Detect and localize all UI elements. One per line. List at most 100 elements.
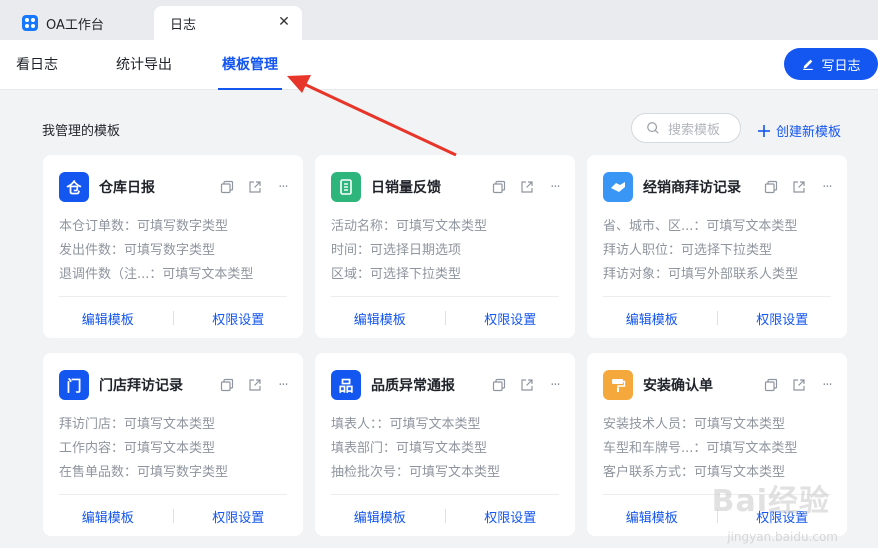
permission-settings-button[interactable]: 权限设置 (174, 309, 304, 328)
section-title: 我管理的模板 (42, 124, 121, 139)
edit-template-button[interactable]: 编辑模板 (587, 309, 717, 328)
template-card[interactable]: 日销量反馈 ··· 活动名称：可填写文本类型 时间：可选择日期选项 区域：可选择下拉类型… (315, 155, 575, 338)
card-title[interactable]: 品质异常通报 (371, 375, 479, 395)
watermark-logo: Bai经验 (711, 484, 830, 519)
window-tab-log[interactable]: 日志 ✕ (154, 6, 302, 40)
template-card[interactable]: 经销商拜访记录 ··· 省、城市、区...：可填写文本类型 拜访人职位：可选择下拉类型… (587, 155, 847, 338)
card-title[interactable]: 门店拜访记录 (99, 375, 207, 395)
write-log-button[interactable]: 写日志 (784, 48, 878, 80)
permission-settings-button[interactable]: 权限设置 (446, 309, 576, 328)
permission-settings-button[interactable]: 权限设置 (446, 507, 576, 526)
card-field: 拜访对象：可填写外部联系人类型 (603, 267, 799, 282)
copy-icon[interactable] (491, 179, 507, 195)
card-field: 时间：可选择日期选项 (331, 243, 462, 258)
more-icon[interactable]: ··· (819, 179, 835, 195)
card-field: 区域：可选择下拉类型 (331, 267, 462, 282)
card-icon-text: 仓 (66, 178, 82, 197)
share-icon[interactable] (791, 179, 807, 195)
card-field: 工作内容：可填写文本类型 (59, 441, 216, 456)
card-field: 车型和车牌号...：可填写文本类型 (603, 441, 798, 456)
share-icon[interactable] (519, 179, 535, 195)
card-fields: 拜访门店：可填写文本类型 工作内容：可填写文本类型 在售单品数：可填写数字类型 (59, 413, 293, 485)
copy-icon[interactable] (219, 377, 235, 393)
card-fields: 省、城市、区...：可填写文本类型 拜访人职位：可选择下拉类型拜访对象：可填写外部… (603, 215, 837, 287)
card-divider (603, 296, 831, 297)
window-tab-oa[interactable]: OA工作台 (10, 6, 150, 40)
create-template-label: 创建新模板 (776, 125, 842, 140)
card-field: 本仓订单数：可填写数字类型 (59, 219, 229, 234)
more-icon[interactable]: ··· (547, 179, 563, 195)
share-icon[interactable] (791, 377, 807, 393)
pen-icon (803, 59, 814, 70)
card-field: 在售单品数：可填写数字类型 (59, 465, 229, 480)
permission-settings-button[interactable]: 权限设置 (718, 309, 848, 328)
copy-icon[interactable] (219, 179, 235, 195)
card-divider (331, 296, 559, 297)
card-header: 仓仓库日报 ··· (59, 172, 291, 202)
more-icon[interactable]: ··· (819, 377, 835, 393)
card-fields: 活动名称：可填写文本类型 时间：可选择日期选项 区域：可选择下拉类型 (331, 215, 565, 287)
copy-icon[interactable] (491, 377, 507, 393)
card-footer: 编辑模板 权限设置 (315, 305, 575, 331)
card-field: 退调件数（注...：可填写文本类型 (59, 267, 254, 282)
card-footer: 编辑模板 权限设置 (587, 305, 847, 331)
template-card[interactable]: 门门店拜访记录 ··· 拜访门店：可填写文本类型 工作内容：可填写文本类型 在售单品数：… (43, 353, 303, 536)
share-icon[interactable] (519, 377, 535, 393)
edit-template-button[interactable]: 编辑模板 (587, 507, 717, 526)
card-title[interactable]: 日销量反馈 (371, 177, 479, 197)
card-field: 省、城市、区...：可填写文本类型 (603, 219, 798, 234)
card-fields: 本仓订单数：可填写数字类型 发出件数：可填写数字类型退调件数（注...：可填写文本… (59, 215, 293, 287)
card-header: 经销商拜访记录 ··· (603, 172, 835, 202)
edit-template-button[interactable]: 编辑模板 (43, 507, 173, 526)
card-field: 活动名称：可填写文本类型 (331, 219, 488, 234)
share-icon[interactable] (247, 377, 263, 393)
card-divider (59, 296, 287, 297)
more-icon[interactable]: ··· (275, 179, 291, 195)
card-footer: 编辑模板 权限设置 (315, 503, 575, 529)
sales-icon (331, 172, 361, 202)
card-divider (331, 494, 559, 495)
card-icon-text: 门 (66, 376, 82, 395)
window-tab-label: OA工作台 (46, 17, 104, 33)
card-title[interactable]: 安装确认单 (643, 375, 751, 395)
tab-view-log[interactable]: 看日志 (16, 40, 58, 90)
handshake-icon (603, 172, 633, 202)
card-field: 发出件数：可填写数字类型 (59, 243, 216, 258)
card-field: 拜访人职位：可选择下拉类型 (603, 243, 773, 258)
quality-icon: 品 (331, 370, 361, 400)
share-icon[interactable] (247, 179, 263, 195)
template-card[interactable]: 品品质异常通报 ··· 填表人：：可填写文本类型 填表部门：可填写文本类型 抽检批次号：… (315, 353, 575, 536)
card-header: 日销量反馈 ··· (331, 172, 563, 202)
template-card[interactable]: 仓仓库日报 ··· 本仓订单数：可填写数字类型 发出件数：可填写数字类型退调件数（注.… (43, 155, 303, 338)
tab-template-management[interactable]: 模板管理 (218, 40, 282, 90)
card-title[interactable]: 仓库日报 (99, 177, 207, 197)
window-tab-strip: OA工作台 日志 ✕ (0, 0, 878, 40)
card-field: 填表部门：可填写文本类型 (331, 441, 488, 456)
tab-stats-export[interactable]: 统计导出 (116, 40, 172, 90)
oa-app-icon (22, 15, 38, 31)
page-header: 看日志 统计导出 模板管理 写日志 (0, 40, 878, 90)
more-icon[interactable]: ··· (547, 377, 563, 393)
paint-roller-icon (603, 370, 633, 400)
card-header: 安装确认单 ··· (603, 370, 835, 400)
edit-template-button[interactable]: 编辑模板 (315, 507, 445, 526)
card-field: 拜访门店：可填写文本类型 (59, 417, 216, 432)
search-placeholder: 搜索模板 (668, 122, 721, 138)
card-field: 安装技术人员：可填写文本类型 (603, 417, 786, 432)
copy-icon[interactable] (763, 179, 779, 195)
card-title[interactable]: 经销商拜访记录 (643, 177, 751, 197)
create-template-button[interactable]: 创建新模板 (756, 121, 841, 140)
more-icon[interactable]: ··· (275, 377, 291, 393)
close-icon[interactable]: ✕ (276, 14, 292, 30)
card-footer: 编辑模板 权限设置 (43, 305, 303, 331)
card-footer: 编辑模板 权限设置 (43, 503, 303, 529)
permission-settings-button[interactable]: 权限设置 (174, 507, 304, 526)
card-fields: 填表人：：可填写文本类型 填表部门：可填写文本类型 抽检批次号：可填写文本类型 (331, 413, 565, 485)
edit-template-button[interactable]: 编辑模板 (315, 309, 445, 328)
card-divider (59, 494, 287, 495)
card-header: 门门店拜访记录 ··· (59, 370, 291, 400)
copy-icon[interactable] (763, 377, 779, 393)
card-field: 抽检批次号：可填写文本类型 (331, 465, 501, 480)
search-input[interactable]: 搜索模板 (631, 113, 741, 143)
edit-template-button[interactable]: 编辑模板 (43, 309, 173, 328)
